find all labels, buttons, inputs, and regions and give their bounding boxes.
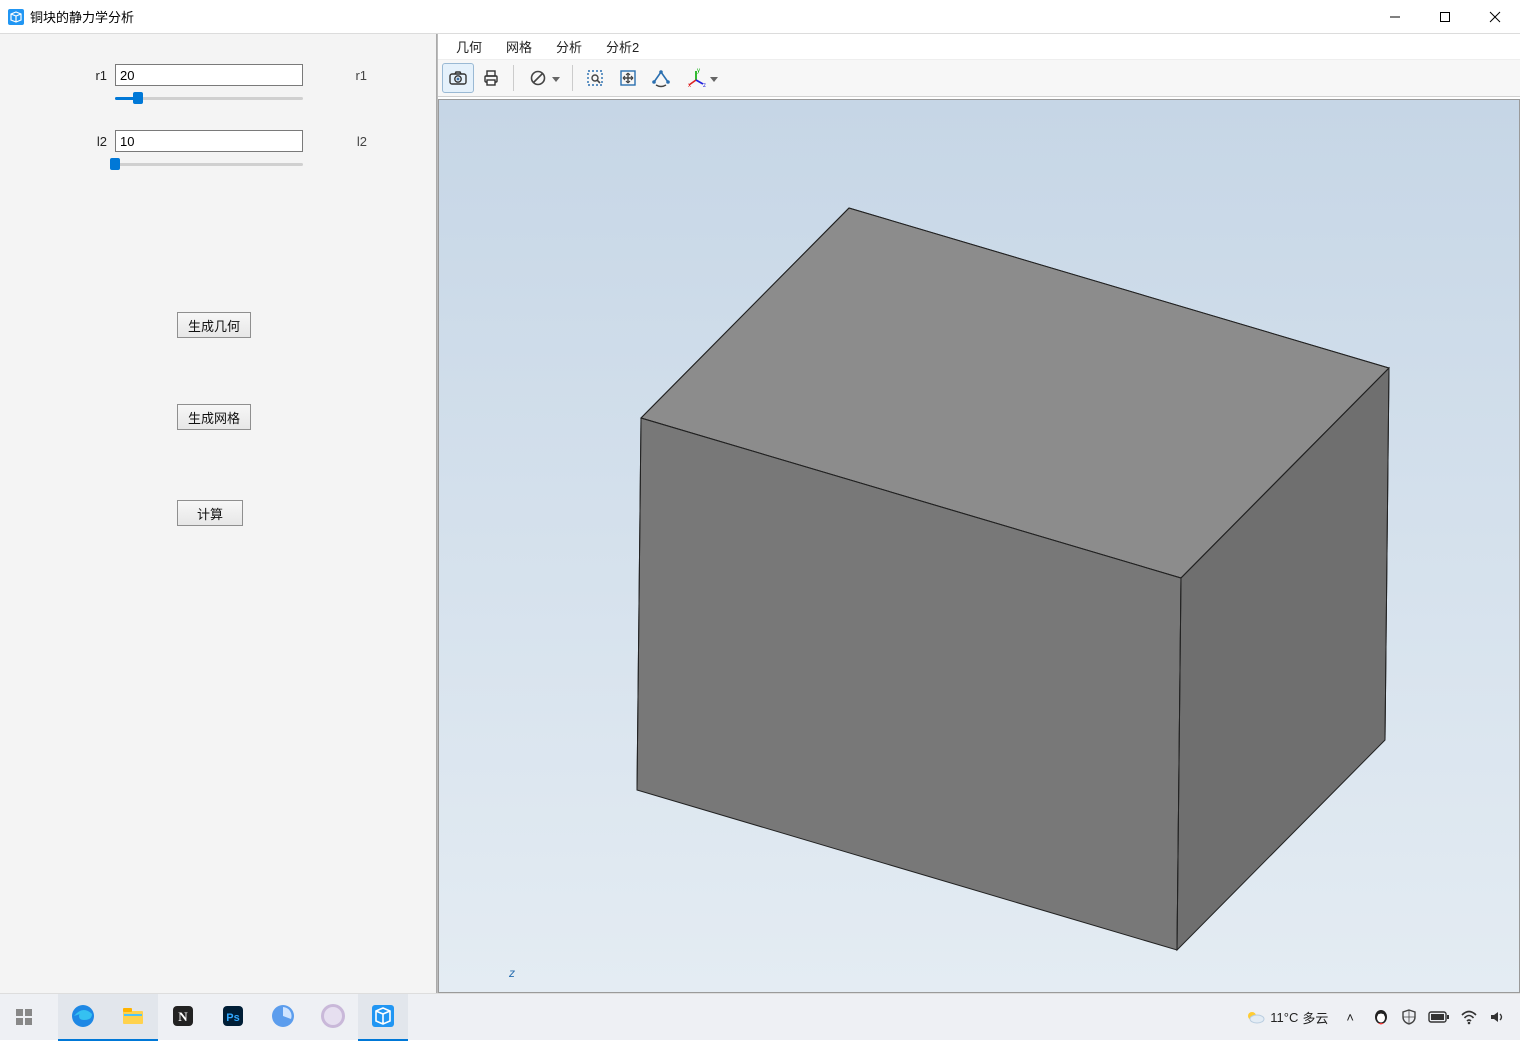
param-slider-l2[interactable] [115,156,303,172]
generate-mesh-button[interactable]: 生成网格 [177,404,251,430]
svg-text:z: z [703,83,706,88]
taskbar-app-explorer[interactable] [108,994,158,1041]
battery-tray-icon[interactable] [1428,1010,1450,1024]
3d-viewport[interactable]: z [438,99,1520,993]
param-row-r1: r1 r1 [0,64,436,86]
viewport-menubar: 几何 网格 分析 分析2 [438,34,1520,60]
camera-icon[interactable] [442,63,474,93]
param-unit-r1: r1 [303,68,383,83]
taskbar: N Ps 11°C 多云 ˄ [0,993,1520,1040]
weather-temp: 11°C [1270,1010,1298,1025]
taskbar-app-edge[interactable] [58,994,108,1041]
generate-geometry-button[interactable]: 生成几何 [177,312,251,338]
system-tray: 11°C 多云 ˄ [1244,1006,1520,1028]
menu-mesh[interactable]: 网格 [494,33,544,60]
parameter-panel: r1 r1 l2 l2 生成几何 生成网格 计算 [0,34,437,993]
volume-tray-icon[interactable] [1488,1008,1506,1026]
menu-analysis[interactable]: 分析 [544,33,594,60]
close-button[interactable] [1470,0,1520,34]
taskbar-app-browser[interactable] [258,994,308,1041]
axes-triad-dropdown-icon[interactable]: y x z [678,63,724,93]
toolbar-separator [513,65,514,91]
no-entry-dropdown-icon[interactable] [520,63,566,93]
menu-analysis2[interactable]: 分析2 [594,33,651,60]
param-label-l2: l2 [0,134,115,149]
app-icon [8,9,24,25]
compute-button[interactable]: 计算 [177,500,243,526]
taskbar-app-notion[interactable]: N [158,994,208,1041]
titlebar: 铜块的静力学分析 [0,0,1520,34]
weather-widget[interactable]: 11°C 多云 [1244,1006,1328,1028]
tray-chevron-icon[interactable]: ˄ [1346,1010,1354,1025]
qq-tray-icon[interactable] [1372,1008,1390,1026]
wifi-tray-icon[interactable] [1460,1008,1478,1026]
param-row-l2: l2 l2 [0,130,436,152]
param-input-l2[interactable] [115,130,303,152]
taskbar-app-photoshop[interactable]: Ps [208,994,258,1041]
print-icon[interactable] [475,63,507,93]
taskbar-app-current[interactable] [358,994,408,1041]
window-title: 铜块的静力学分析 [30,7,134,26]
param-unit-l2: l2 [303,134,383,149]
axis-label-z: z [509,966,515,980]
menu-geometry[interactable]: 几何 [444,33,494,60]
svg-text:N: N [178,1009,188,1024]
svg-text:x: x [688,83,691,88]
maximize-button[interactable] [1420,0,1470,34]
zoom-fit-icon[interactable] [612,63,644,93]
security-tray-icon[interactable] [1400,1008,1418,1026]
weather-icon [1244,1006,1266,1028]
weather-text: 多云 [1302,1008,1328,1027]
viewport-toolbar: y x z [438,60,1520,97]
param-input-r1[interactable] [115,64,303,86]
param-slider-r1[interactable] [115,90,303,106]
svg-text:y: y [697,68,700,74]
svg-text:Ps: Ps [226,1012,239,1024]
zoom-window-icon[interactable] [579,63,611,93]
minimize-button[interactable] [1370,0,1420,34]
taskbar-start-placeholder[interactable] [0,994,48,1041]
rotate-3d-icon[interactable] [645,63,677,93]
param-label-r1: r1 [0,68,115,83]
taskbar-app-avatar[interactable] [308,994,358,1041]
toolbar-separator [572,65,573,91]
